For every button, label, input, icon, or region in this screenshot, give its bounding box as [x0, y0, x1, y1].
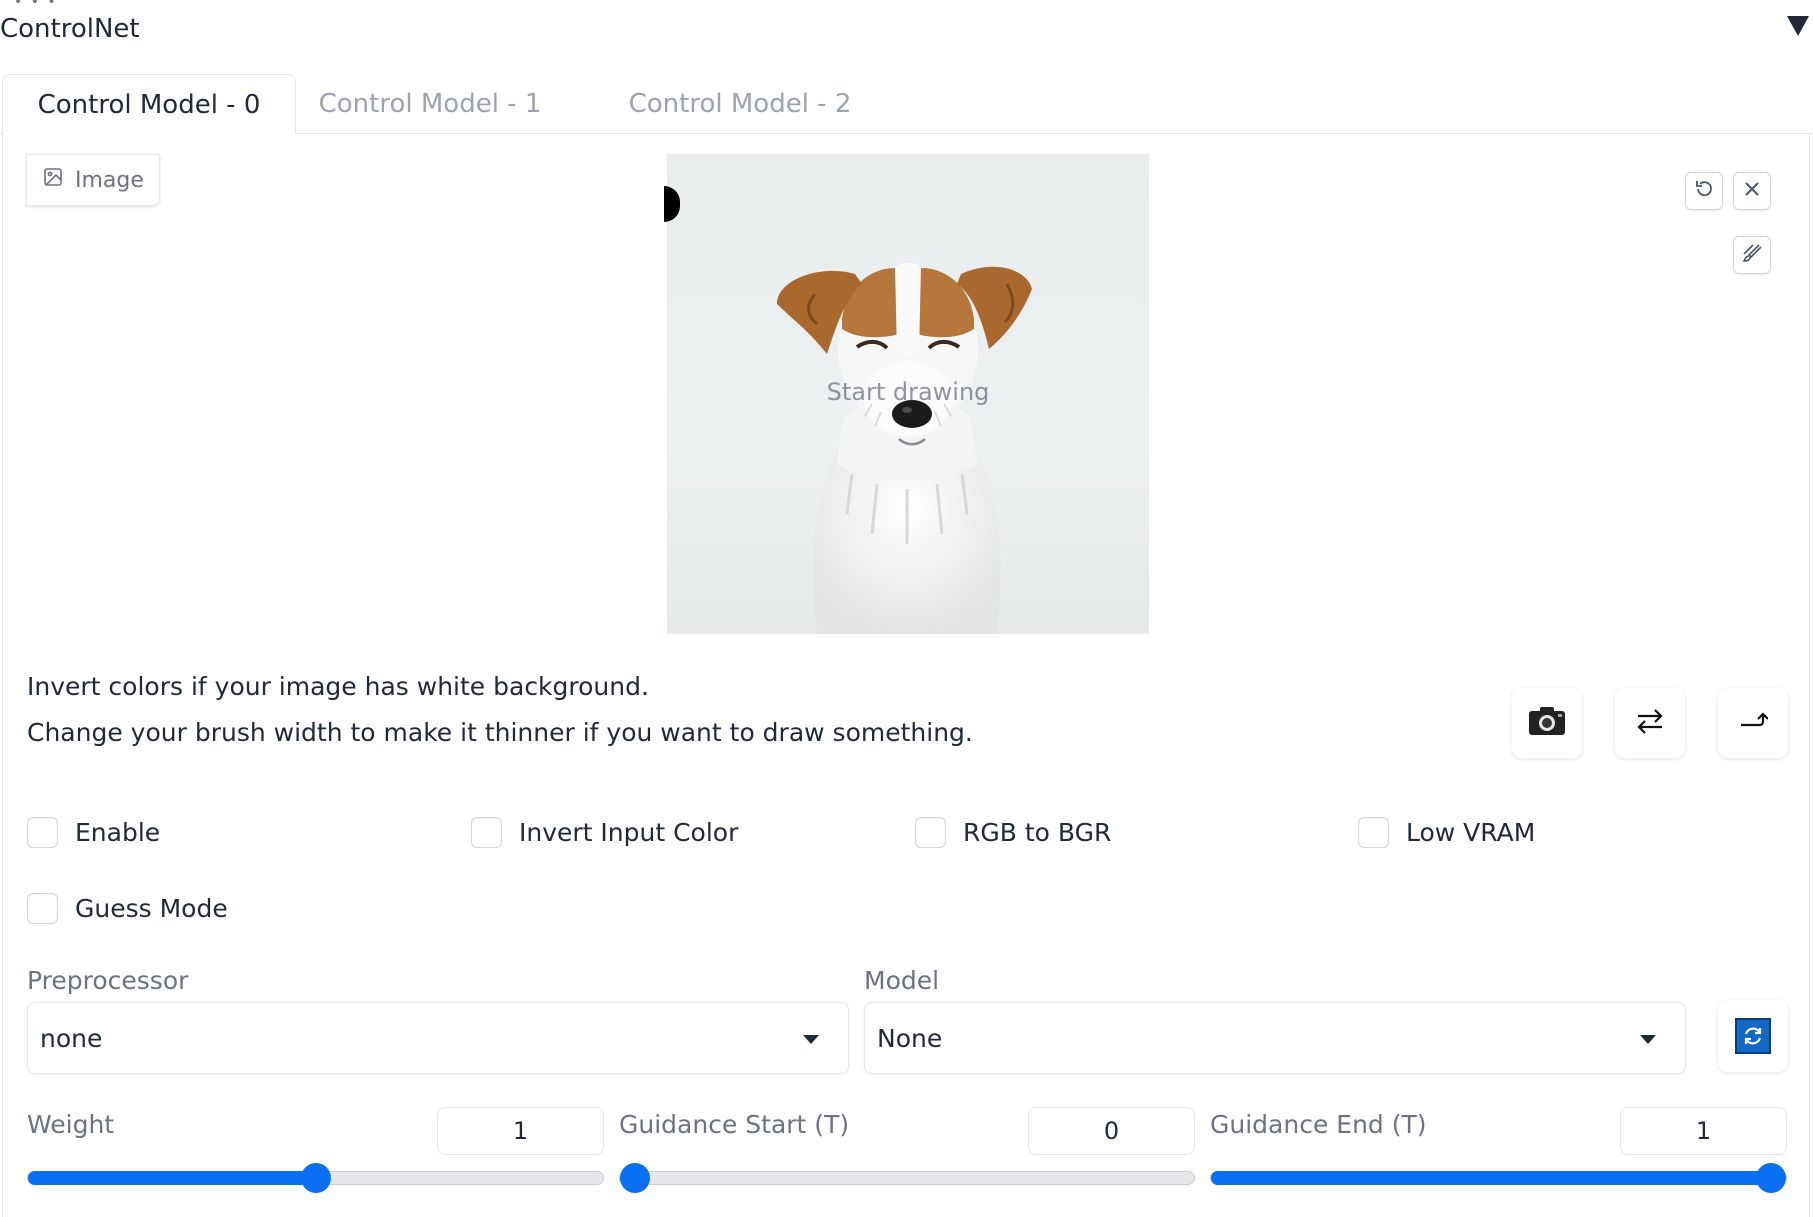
help-text-brush: Change your brush width to make it thinn… [27, 718, 973, 747]
image-source-text: Image [75, 167, 144, 193]
model-label: Model [864, 966, 940, 995]
slider-thumb[interactable] [1756, 1163, 1786, 1193]
checkbox-box[interactable] [915, 817, 946, 848]
guidance-start-label: Guidance Start (T) [619, 1110, 850, 1139]
preprocessor-value: none [40, 1023, 103, 1053]
checkbox-label: Guess Mode [75, 894, 228, 923]
top-dots: • • • [14, 0, 58, 10]
model-value: None [877, 1023, 943, 1053]
webcam-button[interactable] [1512, 688, 1582, 758]
checkbox-box[interactable] [27, 893, 58, 924]
checkbox-box[interactable] [27, 817, 58, 848]
triangle-down-icon[interactable] [1787, 16, 1809, 36]
enable-checkbox[interactable]: Enable [27, 817, 160, 848]
weight-slider[interactable] [27, 1163, 604, 1193]
guidance-start-slider[interactable] [619, 1163, 1195, 1193]
guidance-end-label: Guidance End (T) [1210, 1110, 1427, 1139]
swap-arrows-icon [1635, 708, 1665, 738]
slider-fill [28, 1171, 316, 1185]
checkbox-label: Low VRAM [1406, 818, 1536, 847]
model-select[interactable]: None [864, 1002, 1686, 1074]
clear-button[interactable] [1733, 172, 1771, 210]
checkbox-box[interactable] [1358, 817, 1389, 848]
close-icon [1742, 179, 1762, 203]
guidance-end-slider[interactable] [1210, 1163, 1787, 1193]
brush-button[interactable] [1733, 236, 1771, 274]
slider-thumb[interactable] [620, 1163, 650, 1193]
send-arrow-icon [1738, 710, 1769, 736]
checkbox-label: Invert Input Color [519, 818, 739, 847]
weight-input[interactable]: 1 [437, 1107, 604, 1155]
checkbox-label: RGB to BGR [963, 818, 1112, 847]
weight-label: Weight [27, 1110, 115, 1139]
image-source-label: Image [26, 154, 160, 206]
chevron-down-icon [803, 1035, 819, 1044]
send-dimensions-button[interactable] [1718, 688, 1788, 758]
camera-icon [1528, 706, 1566, 740]
tab-control-model-2[interactable]: Control Model - 2 [610, 74, 870, 134]
canvas-hint: Start drawing [826, 378, 990, 406]
image-icon [43, 167, 63, 193]
undo-button[interactable] [1685, 172, 1723, 210]
guidance-start-input[interactable]: 0 [1028, 1107, 1195, 1155]
swap-button[interactable] [1615, 688, 1685, 758]
checkbox-box[interactable] [471, 817, 502, 848]
section-title: ControlNet [0, 14, 140, 44]
refresh-models-button[interactable] [1718, 1000, 1788, 1072]
tab-control-model-1[interactable]: Control Model - 1 [310, 74, 550, 134]
brush-icon [1741, 242, 1763, 268]
preprocessor-select[interactable]: none [27, 1002, 849, 1074]
preprocessor-label: Preprocessor [27, 966, 189, 995]
tab-control-model-0[interactable]: Control Model - 0 [2, 74, 296, 134]
help-text-invert: Invert colors if your image has white ba… [27, 672, 649, 701]
checkbox-label: Enable [75, 818, 161, 847]
slider-thumb[interactable] [300, 1163, 331, 1193]
low-vram-checkbox[interactable]: Low VRAM [1358, 817, 1535, 848]
rgb-to-bgr-checkbox[interactable]: RGB to BGR [915, 817, 1111, 848]
refresh-icon [1735, 1018, 1771, 1054]
guess-mode-checkbox[interactable]: Guess Mode [27, 893, 228, 924]
slider-fill [1211, 1171, 1771, 1185]
guidance-end-input[interactable]: 1 [1620, 1107, 1787, 1155]
chevron-down-icon [1640, 1035, 1656, 1044]
undo-icon [1693, 178, 1715, 204]
invert-input-color-checkbox[interactable]: Invert Input Color [471, 817, 738, 848]
